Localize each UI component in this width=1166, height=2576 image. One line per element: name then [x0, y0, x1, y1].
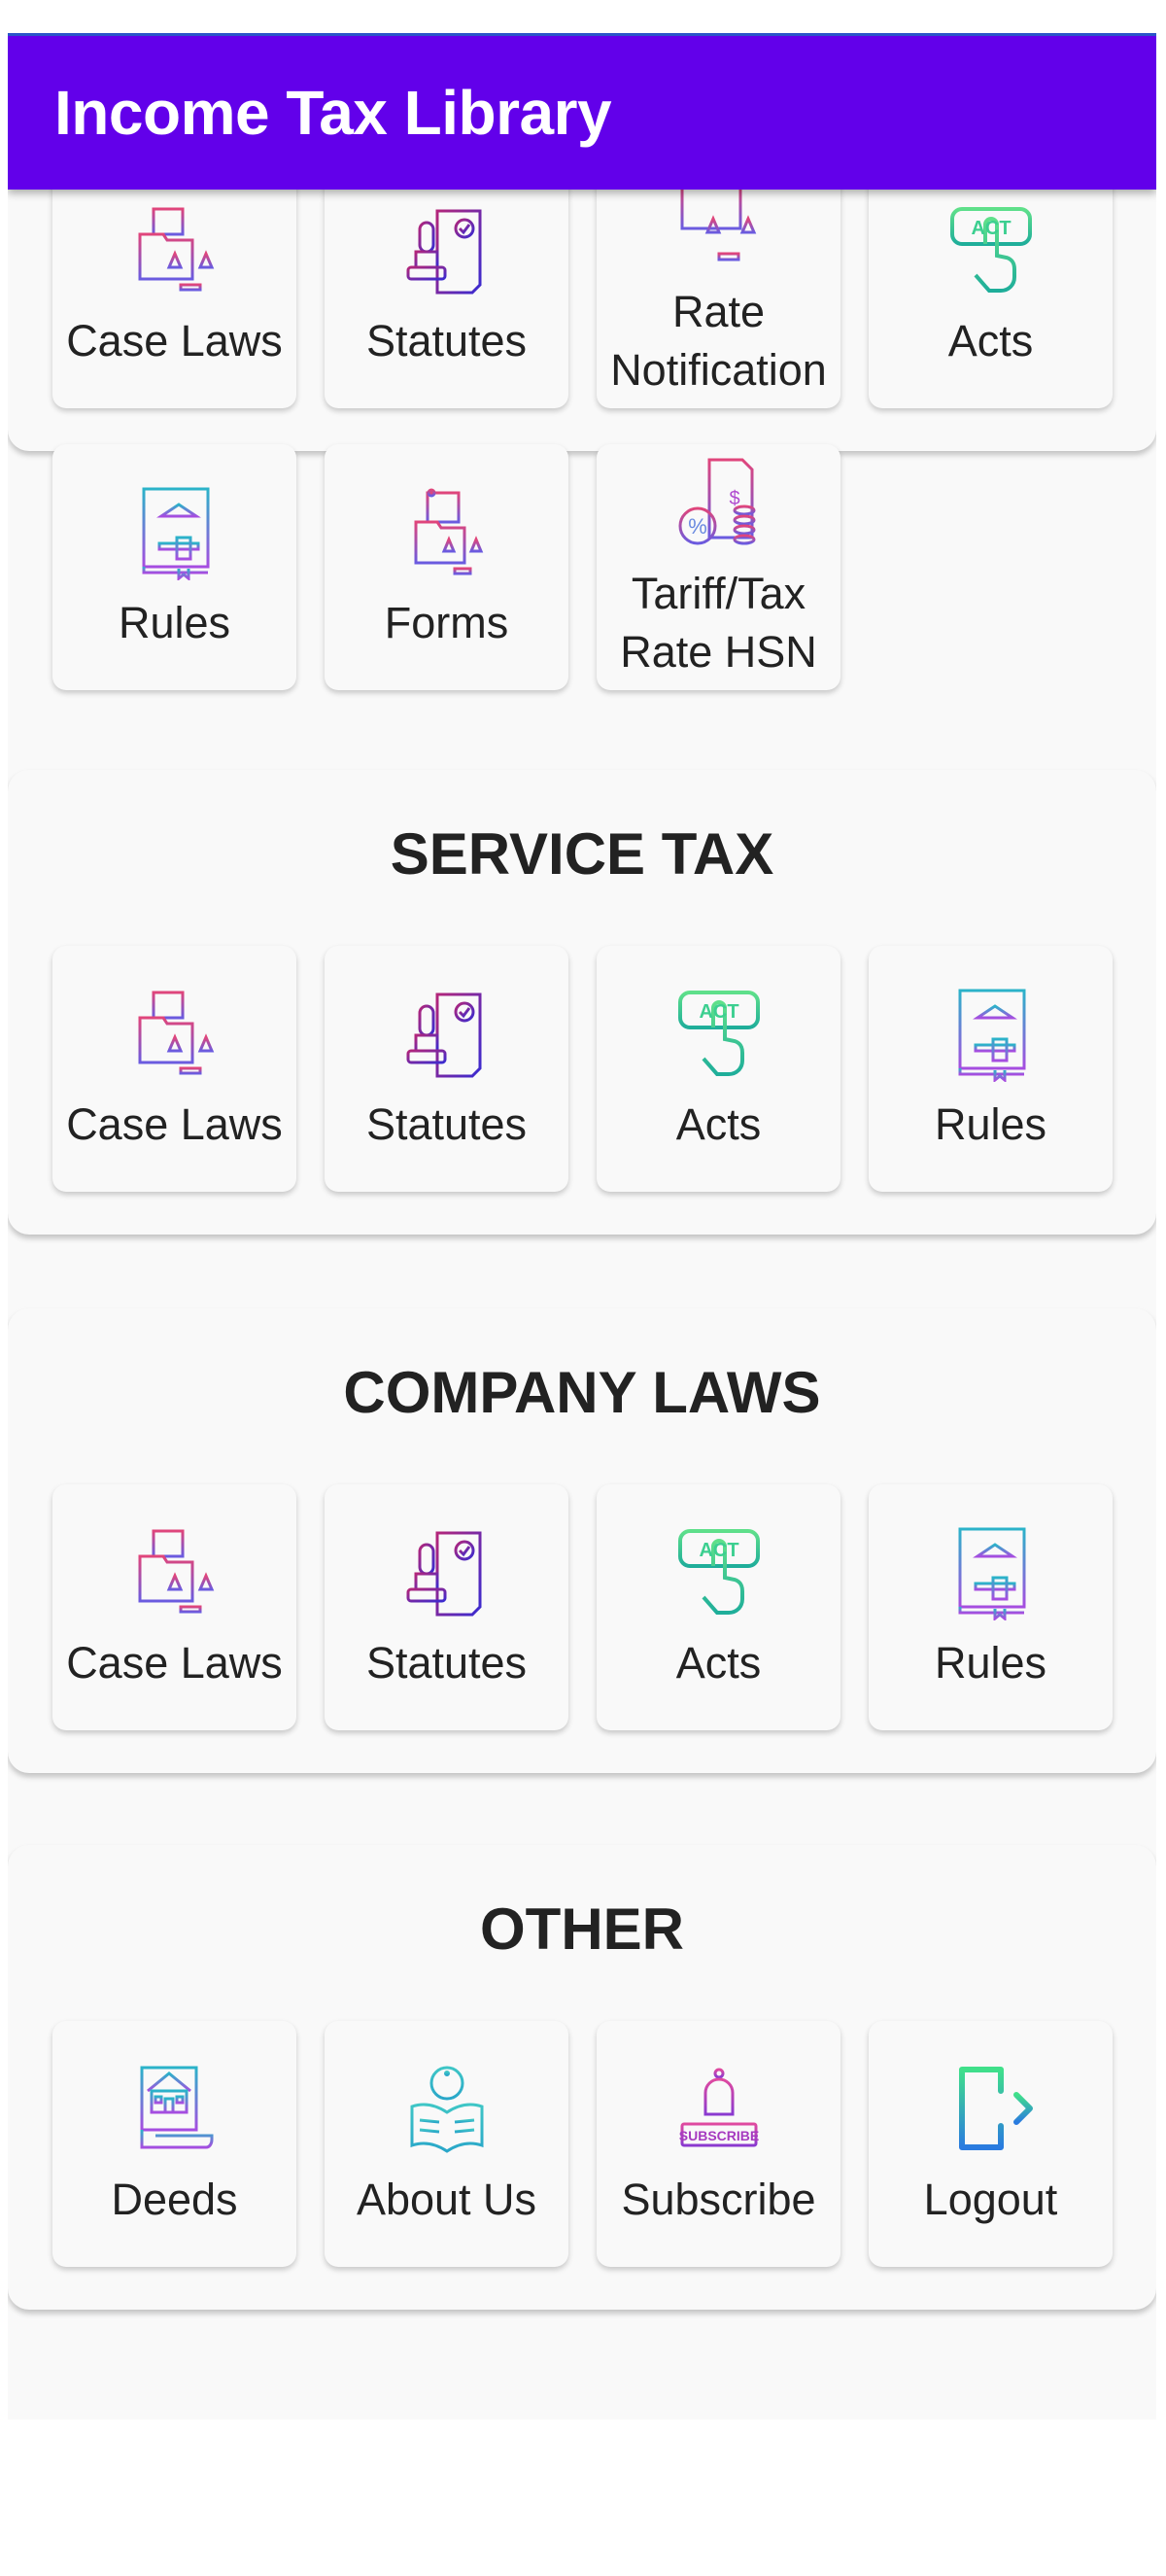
rules-icon — [958, 1527, 1025, 1620]
acts-icon: ACT — [677, 1528, 760, 1615]
svg-text:ACT: ACT — [971, 218, 1011, 239]
section-card-service-tax: SERVICE TAX Case Laws Statutes ACT Acts Rules — [8, 770, 1156, 1235]
tile-label: Forms — [384, 597, 509, 647]
tile-statutes[interactable]: Statutes — [325, 946, 568, 1192]
tile-about-us[interactable]: About Us — [325, 2021, 568, 2267]
tile-acts[interactable]: ACT Acts — [869, 162, 1113, 408]
tile-label: Case Laws — [66, 1637, 283, 1688]
tile-case-laws[interactable]: Case Laws — [52, 1484, 296, 1730]
svg-text:ACT: ACT — [699, 1540, 738, 1561]
tile-forms[interactable]: Forms — [325, 444, 568, 690]
tile-label: Statutes — [365, 1637, 528, 1688]
statutes-icon — [406, 992, 481, 1077]
acts-icon: ACT — [677, 990, 760, 1076]
statutes-icon — [406, 209, 481, 294]
svg-text:%: % — [688, 514, 707, 539]
tile-grid: Case Laws Statutes Rate Notification ACT Act… — [52, 162, 1114, 690]
tile-label: Rules — [118, 597, 231, 647]
section-title: OTHER — [480, 1897, 684, 1962]
tile-acts[interactable]: ACT Acts — [597, 1484, 840, 1730]
section-card-other: OTHER Deeds About Us SUBSCRIBE Subscribe Logo… — [8, 1845, 1156, 2310]
tile-label: Rules — [934, 1098, 1047, 1149]
app-title: Income Tax Library — [54, 78, 612, 148]
tile-label: Acts — [947, 315, 1034, 366]
tile-label: Case Laws — [66, 1098, 283, 1149]
tile-statutes[interactable]: Statutes — [325, 1484, 568, 1730]
tile-label: About Us — [356, 2174, 537, 2224]
case-laws-icon — [138, 1529, 214, 1613]
screen: Income Tax Library Case Laws Statutes Rate… — [8, 33, 1156, 2419]
tariff-icon: $% — [678, 458, 755, 544]
tile-label: Deeds — [111, 2174, 238, 2224]
acts-icon: ACT — [949, 206, 1032, 293]
tile-deeds[interactable]: Deeds — [52, 2021, 296, 2267]
tile-grid: Case Laws Statutes ACT Acts Rules — [52, 1484, 1114, 1730]
section-title: SERVICE TAX — [390, 821, 774, 887]
tile-statutes[interactable]: Statutes — [325, 162, 568, 408]
case-laws-icon — [138, 207, 214, 291]
tile-label: Statutes — [365, 315, 528, 366]
rules-icon — [142, 487, 209, 580]
section-title: COMPANY LAWS — [343, 1360, 821, 1425]
tile-label: Acts — [675, 1098, 762, 1149]
tile-label: Logout — [923, 2174, 1058, 2224]
tile-label: Rules — [934, 1637, 1047, 1688]
tile-label: Subscribe — [621, 2174, 816, 2224]
tile-rules[interactable]: Rules — [869, 946, 1113, 1192]
svg-text:$: $ — [729, 488, 739, 509]
tile-grid: Case Laws Statutes ACT Acts Rules — [52, 946, 1114, 1192]
tile-case-laws[interactable]: Case Laws — [52, 946, 296, 1192]
svg-text:ACT: ACT — [699, 1001, 738, 1023]
tile-label: Case Laws — [66, 315, 283, 366]
tile-rate-notification[interactable]: Rate Notification — [597, 162, 840, 408]
forms-icon — [414, 488, 483, 574]
section-card-company-laws: COMPANY LAWS Case Laws Statutes ACT Acts Rule… — [8, 1308, 1156, 1773]
tile-label: Acts — [675, 1637, 762, 1688]
rules-icon — [958, 989, 1025, 1082]
tile-grid: Deeds About Us SUBSCRIBE Subscribe Logout — [52, 2021, 1114, 2267]
about-icon — [410, 2066, 483, 2153]
app-bar: Income Tax Library — [8, 33, 1156, 190]
tile-tariff-tax-rate-hsn[interactable]: $% Tariff/Tax Rate HSN — [597, 444, 840, 690]
tile-label: Statutes — [365, 1098, 528, 1149]
subscribe-icon-text: SUBSCRIBE — [678, 2128, 758, 2143]
deeds-icon — [140, 2066, 213, 2148]
statutes-icon — [406, 1531, 481, 1616]
tile-case-laws[interactable]: Case Laws — [52, 162, 296, 408]
tile-rules[interactable]: Rules — [52, 444, 296, 690]
logout-icon — [958, 2066, 1033, 2150]
subscribe-icon: SUBSCRIBE — [678, 2068, 759, 2146]
tile-rules[interactable]: Rules — [869, 1484, 1113, 1730]
tile-label: Tariff/Tax Rate HSN — [620, 568, 817, 677]
case-laws-icon — [138, 991, 214, 1074]
tile-label: Rate Notification — [610, 286, 827, 395]
tile-acts[interactable]: ACT Acts — [597, 946, 840, 1192]
tile-subscribe[interactable]: SUBSCRIBE Subscribe — [597, 2021, 840, 2267]
tile-logout[interactable]: Logout — [869, 2021, 1113, 2267]
